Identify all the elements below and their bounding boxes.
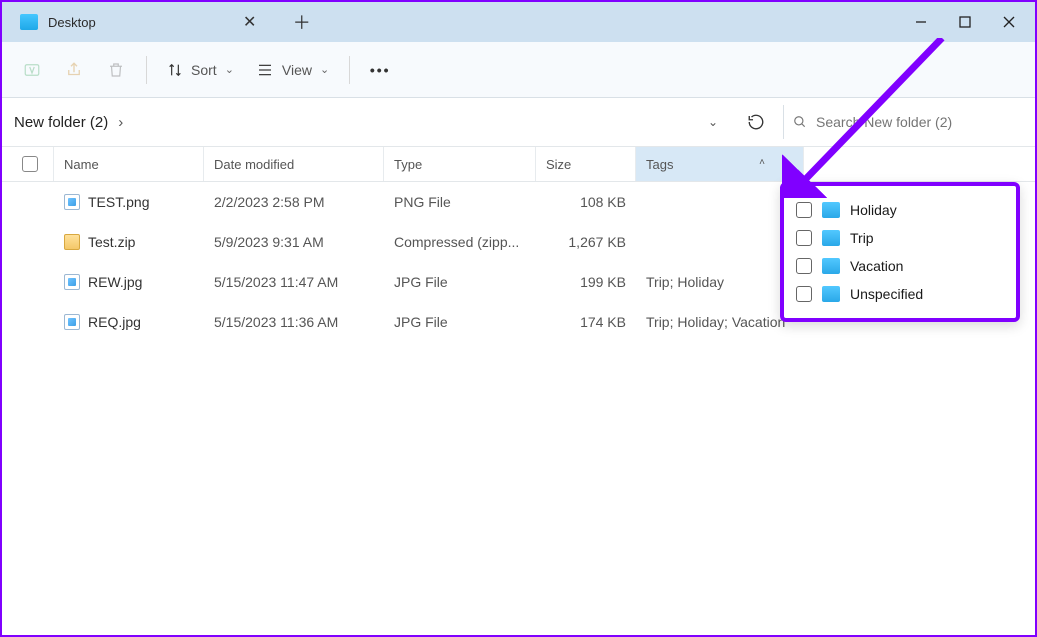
sort-label: Sort	[191, 62, 217, 78]
toolbar-separator	[349, 56, 350, 84]
tag-filter-option[interactable]: Unspecified	[796, 280, 1004, 308]
toolbar-separator	[146, 56, 147, 84]
zip-file-icon	[64, 234, 80, 250]
more-button[interactable]: •••	[360, 52, 400, 88]
search-icon	[793, 115, 807, 129]
refresh-button[interactable]	[739, 105, 773, 139]
file-name: TEST.png	[88, 194, 149, 210]
checkbox[interactable]	[796, 202, 812, 218]
search-input[interactable]	[783, 105, 1023, 139]
tag-filter-option[interactable]: Trip	[796, 224, 1004, 252]
window-minimize-button[interactable]	[899, 2, 943, 42]
tags-filter-popup: Holiday Trip Vacation Unspecified	[780, 182, 1020, 322]
chevron-down-icon: ⌄	[225, 63, 234, 76]
file-date: 5/15/2023 11:47 AM	[204, 274, 384, 290]
address-search-row: New folder (2) › ⌄	[2, 98, 1035, 146]
checkbox[interactable]	[796, 230, 812, 246]
window-maximize-button[interactable]	[943, 2, 987, 42]
search-box[interactable]	[783, 105, 1023, 139]
tag-filter-label: Trip	[850, 230, 874, 246]
file-type: JPG File	[384, 274, 536, 290]
titlebar: Desktop ✕ ＋	[2, 2, 1035, 42]
sort-asc-icon: ˄	[759, 157, 765, 168]
image-file-icon	[64, 274, 80, 290]
column-header-row: Name Date modified Type Size Tags ˄ ⌄	[2, 146, 1035, 182]
share-button[interactable]	[54, 52, 94, 88]
column-header-date[interactable]: Date modified	[204, 147, 384, 181]
window-close-button[interactable]	[987, 2, 1031, 42]
file-size: 174 KB	[536, 314, 636, 330]
folder-icon	[20, 14, 38, 30]
filter-dropdown-icon[interactable]: ⌄	[786, 158, 795, 171]
tag-color-icon	[822, 258, 840, 274]
file-size: 108 KB	[536, 194, 636, 210]
checkbox[interactable]	[796, 286, 812, 302]
tag-filter-label: Unspecified	[850, 286, 923, 302]
tag-filter-label: Vacation	[850, 258, 903, 274]
column-header-size[interactable]: Size	[536, 147, 636, 181]
sort-button[interactable]: Sort ⌄	[157, 52, 244, 88]
select-all-checkbox[interactable]	[2, 147, 54, 181]
chevron-down-icon: ⌄	[320, 63, 329, 76]
column-header-name[interactable]: Name	[54, 147, 204, 181]
breadcrumb[interactable]: New folder (2) ›	[14, 114, 687, 131]
tag-filter-option[interactable]: Vacation	[796, 252, 1004, 280]
tag-filter-option[interactable]: Holiday	[796, 196, 1004, 224]
tag-color-icon	[822, 286, 840, 302]
tag-filter-label: Holiday	[850, 202, 897, 218]
column-header-tags[interactable]: Tags ˄ ⌄	[636, 147, 804, 181]
tab-desktop[interactable]: Desktop ✕	[2, 2, 282, 42]
view-button[interactable]: View ⌄	[246, 52, 339, 88]
file-size: 1,267 KB	[536, 234, 636, 250]
file-date: 2/2/2023 2:58 PM	[204, 194, 384, 210]
file-type: JPG File	[384, 314, 536, 330]
file-date: 5/9/2023 9:31 AM	[204, 234, 384, 250]
file-list: TEST.png 2/2/2023 2:58 PM PNG File 108 K…	[2, 182, 1035, 635]
file-name: Test.zip	[88, 234, 135, 250]
image-file-icon	[64, 194, 80, 210]
new-tab-button[interactable]: ＋	[282, 2, 322, 42]
recent-locations-button[interactable]: ⌄	[697, 115, 729, 129]
breadcrumb-segment[interactable]: New folder (2)	[14, 114, 108, 131]
file-date: 5/15/2023 11:36 AM	[204, 314, 384, 330]
delete-button[interactable]	[96, 52, 136, 88]
image-file-icon	[64, 314, 80, 330]
view-label: View	[282, 62, 312, 78]
column-header-type[interactable]: Type	[384, 147, 536, 181]
file-size: 199 KB	[536, 274, 636, 290]
file-name: REW.jpg	[88, 274, 142, 290]
tab-title: Desktop	[48, 15, 96, 30]
checkbox[interactable]	[796, 258, 812, 274]
chevron-right-icon: ›	[118, 114, 123, 131]
toolbar: Sort ⌄ View ⌄ •••	[2, 42, 1035, 98]
file-type: Compressed (zipp...	[384, 234, 536, 250]
rename-button[interactable]	[12, 52, 52, 88]
file-name: REQ.jpg	[88, 314, 141, 330]
tab-close-button[interactable]: ✕	[236, 8, 264, 36]
file-type: PNG File	[384, 194, 536, 210]
tag-color-icon	[822, 230, 840, 246]
tag-color-icon	[822, 202, 840, 218]
